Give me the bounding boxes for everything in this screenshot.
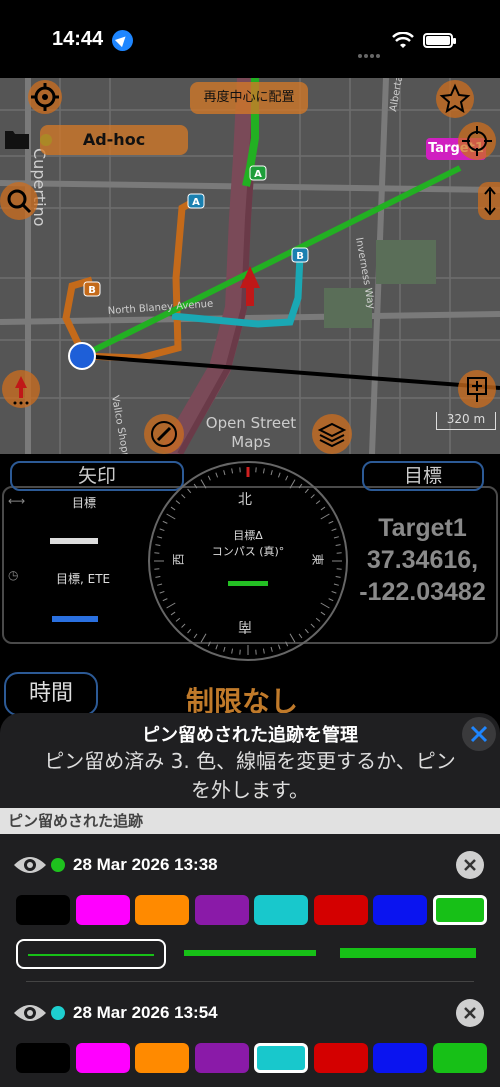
- signal-icon: [358, 43, 384, 58]
- map-scale: 320 m: [436, 412, 496, 430]
- layers-button[interactable]: [312, 414, 352, 454]
- edit-icon: [151, 421, 177, 447]
- compass-value: [228, 581, 268, 586]
- sheet-description: ピン留め済み 3. 色、線幅を変更するか、ピンを外します。: [44, 749, 456, 802]
- unpin-button[interactable]: [456, 999, 484, 1027]
- track-date: 28 Mar 2026 13:38: [73, 855, 218, 874]
- color-swatch[interactable]: [432, 1043, 487, 1073]
- color-swatch[interactable]: [75, 895, 130, 925]
- color-swatch[interactable]: [16, 895, 70, 925]
- distance-icon: ⟷: [8, 494, 26, 508]
- edit-button[interactable]: [144, 414, 184, 454]
- gear-icon: [31, 83, 59, 111]
- settings-button[interactable]: [28, 80, 62, 114]
- svg-text:A: A: [192, 197, 200, 208]
- compass-caption-delta: 目標Δ: [233, 529, 263, 542]
- target-name: Target1: [378, 514, 467, 542]
- crosshair-button[interactable]: [458, 122, 496, 160]
- color-swatch[interactable]: [16, 1043, 70, 1073]
- pinned-track-row: 28 Mar 2026 13:54: [0, 999, 500, 1087]
- line-width-medium[interactable]: [180, 939, 320, 969]
- color-swatch[interactable]: [373, 1043, 427, 1073]
- target-latitude: 37.34616,: [366, 546, 479, 574]
- wifi-icon: [392, 32, 414, 48]
- track-date: 28 Mar 2026 13:54: [73, 1003, 218, 1022]
- status-bar: 14:44: [0, 0, 500, 78]
- target-distance-label: 目標: [72, 496, 97, 510]
- tab-target[interactable]: 目標: [362, 461, 484, 491]
- color-swatch[interactable]: [313, 1043, 368, 1073]
- target-info: Target1 37.34616, -122.03482: [345, 512, 500, 608]
- compass-south: 南: [238, 618, 252, 634]
- star-icon: [439, 83, 471, 114]
- eye-icon[interactable]: [12, 1002, 48, 1024]
- color-swatch[interactable]: [432, 895, 487, 925]
- recenter-button[interactable]: 再度中心に配置: [190, 82, 308, 114]
- row-separator: [26, 981, 474, 982]
- add-pin-button[interactable]: [458, 370, 496, 408]
- target-longitude: -122.03482: [359, 578, 486, 606]
- section-header: ピン留めされた追跡: [0, 808, 500, 834]
- location-arrow-icon: [112, 30, 133, 51]
- color-swatch[interactable]: [373, 895, 427, 925]
- color-swatch[interactable]: [254, 895, 308, 925]
- orientation-button[interactable]: [2, 370, 40, 408]
- color-swatch[interactable]: [254, 1043, 308, 1073]
- crosshair-icon: [462, 126, 492, 156]
- eta-label: 目標, ETE: [56, 572, 111, 586]
- track-color-dot: [51, 1006, 65, 1020]
- navigation-panel: 矢印 目標 ⟷ 目標 ◷ 目標, ETE 北 東 南 西 目標Δ コンパス (真…: [0, 456, 500, 718]
- clock-icon: ◷: [8, 568, 19, 582]
- svg-text:B: B: [296, 251, 304, 262]
- color-swatch[interactable]: [75, 1043, 130, 1073]
- close-icon: [464, 1007, 476, 1019]
- favorites-button[interactable]: [436, 80, 474, 118]
- line-width-thick[interactable]: [336, 939, 480, 969]
- expand-vertical-icon: [484, 186, 496, 216]
- map-view[interactable]: A A B B North Blaney Avenue Cupertino Al…: [0, 78, 500, 454]
- expand-button[interactable]: [478, 182, 500, 220]
- color-swatch[interactable]: [194, 895, 249, 925]
- color-swatch[interactable]: [135, 895, 189, 925]
- track-name-label[interactable]: Ad-hoc: [40, 125, 188, 155]
- track-color-dot: [51, 858, 65, 872]
- status-time: 14:44: [52, 28, 104, 50]
- layers-icon: [317, 422, 347, 448]
- compass-north: 北: [238, 492, 252, 508]
- svg-text:B: B: [88, 285, 96, 296]
- sheet-title: ピン留めされた追跡を管理: [142, 725, 358, 746]
- folder-icon[interactable]: [4, 128, 30, 150]
- battery-icon: [423, 33, 456, 48]
- pinned-track-row: 28 Mar 2026 13:38: [0, 851, 500, 991]
- compass-caption-true: コンパス (真)°: [211, 545, 285, 558]
- unpin-button[interactable]: [456, 851, 484, 879]
- color-swatch[interactable]: [135, 1043, 189, 1073]
- search-button[interactable]: [0, 182, 38, 220]
- close-icon: [470, 725, 488, 743]
- eta-value: [52, 616, 98, 622]
- color-swatch[interactable]: [313, 895, 368, 925]
- tab-time[interactable]: 時間: [4, 672, 98, 716]
- compass-arrow-icon: [13, 376, 29, 405]
- compass-west: 西: [171, 553, 186, 566]
- pinned-tracks-sheet: ピン留めされた追跡を管理 ピン留め済み 3. 色、線幅を変更するか、ピンを外しま…: [0, 713, 500, 1087]
- compass-east: 東: [310, 553, 325, 566]
- search-icon: [7, 189, 32, 214]
- line-width-thin[interactable]: [16, 939, 166, 969]
- map-attribution: Open Street Maps: [205, 414, 297, 451]
- pin-add-icon: [467, 377, 487, 402]
- close-icon: [464, 859, 476, 871]
- color-swatch[interactable]: [194, 1043, 249, 1073]
- target-distance-value: [50, 538, 98, 544]
- close-button[interactable]: [462, 717, 496, 751]
- compass-dial: 北 東 南 西 目標Δ コンパス (真)°: [148, 461, 348, 661]
- svg-text:A: A: [254, 169, 262, 180]
- eye-icon[interactable]: [12, 854, 48, 876]
